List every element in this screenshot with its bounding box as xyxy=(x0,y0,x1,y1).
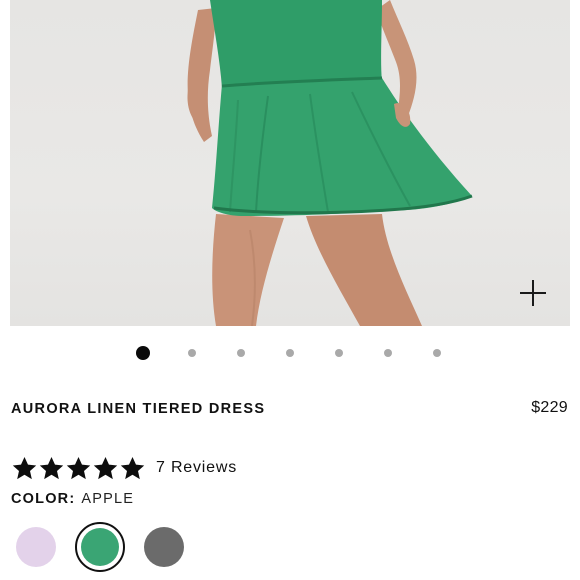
pagination-dot[interactable] xyxy=(237,349,245,357)
rating-row: 7 Reviews xyxy=(11,454,237,482)
color-swatch[interactable] xyxy=(16,527,56,567)
product-image[interactable] xyxy=(10,0,570,326)
pagination-dot[interactable] xyxy=(188,349,196,357)
color-selector-label: COLOR: APPLE xyxy=(11,491,134,507)
color-swatch[interactable] xyxy=(81,528,119,566)
product-title: AURORA LINEN TIERED DRESS xyxy=(11,401,266,417)
reviews-link[interactable]: 7 Reviews xyxy=(156,459,237,477)
star-icon xyxy=(120,456,145,479)
star-icon xyxy=(12,456,37,479)
star-icon xyxy=(93,456,118,479)
pagination-dot[interactable] xyxy=(335,349,343,357)
product-price: $229 xyxy=(531,399,568,416)
color-value: APPLE xyxy=(81,491,135,507)
star-icon xyxy=(66,456,91,479)
image-pagination xyxy=(0,346,580,360)
zoom-plus-icon[interactable] xyxy=(518,278,548,308)
star-rating[interactable] xyxy=(11,455,146,482)
pagination-dot[interactable] xyxy=(384,349,392,357)
pagination-dot[interactable] xyxy=(433,349,441,357)
color-label: COLOR: xyxy=(11,491,76,507)
pagination-dot[interactable] xyxy=(136,346,150,360)
star-icon xyxy=(39,456,64,479)
dress-photo xyxy=(187,0,473,326)
color-swatch[interactable] xyxy=(144,527,184,567)
pagination-dot[interactable] xyxy=(286,349,294,357)
